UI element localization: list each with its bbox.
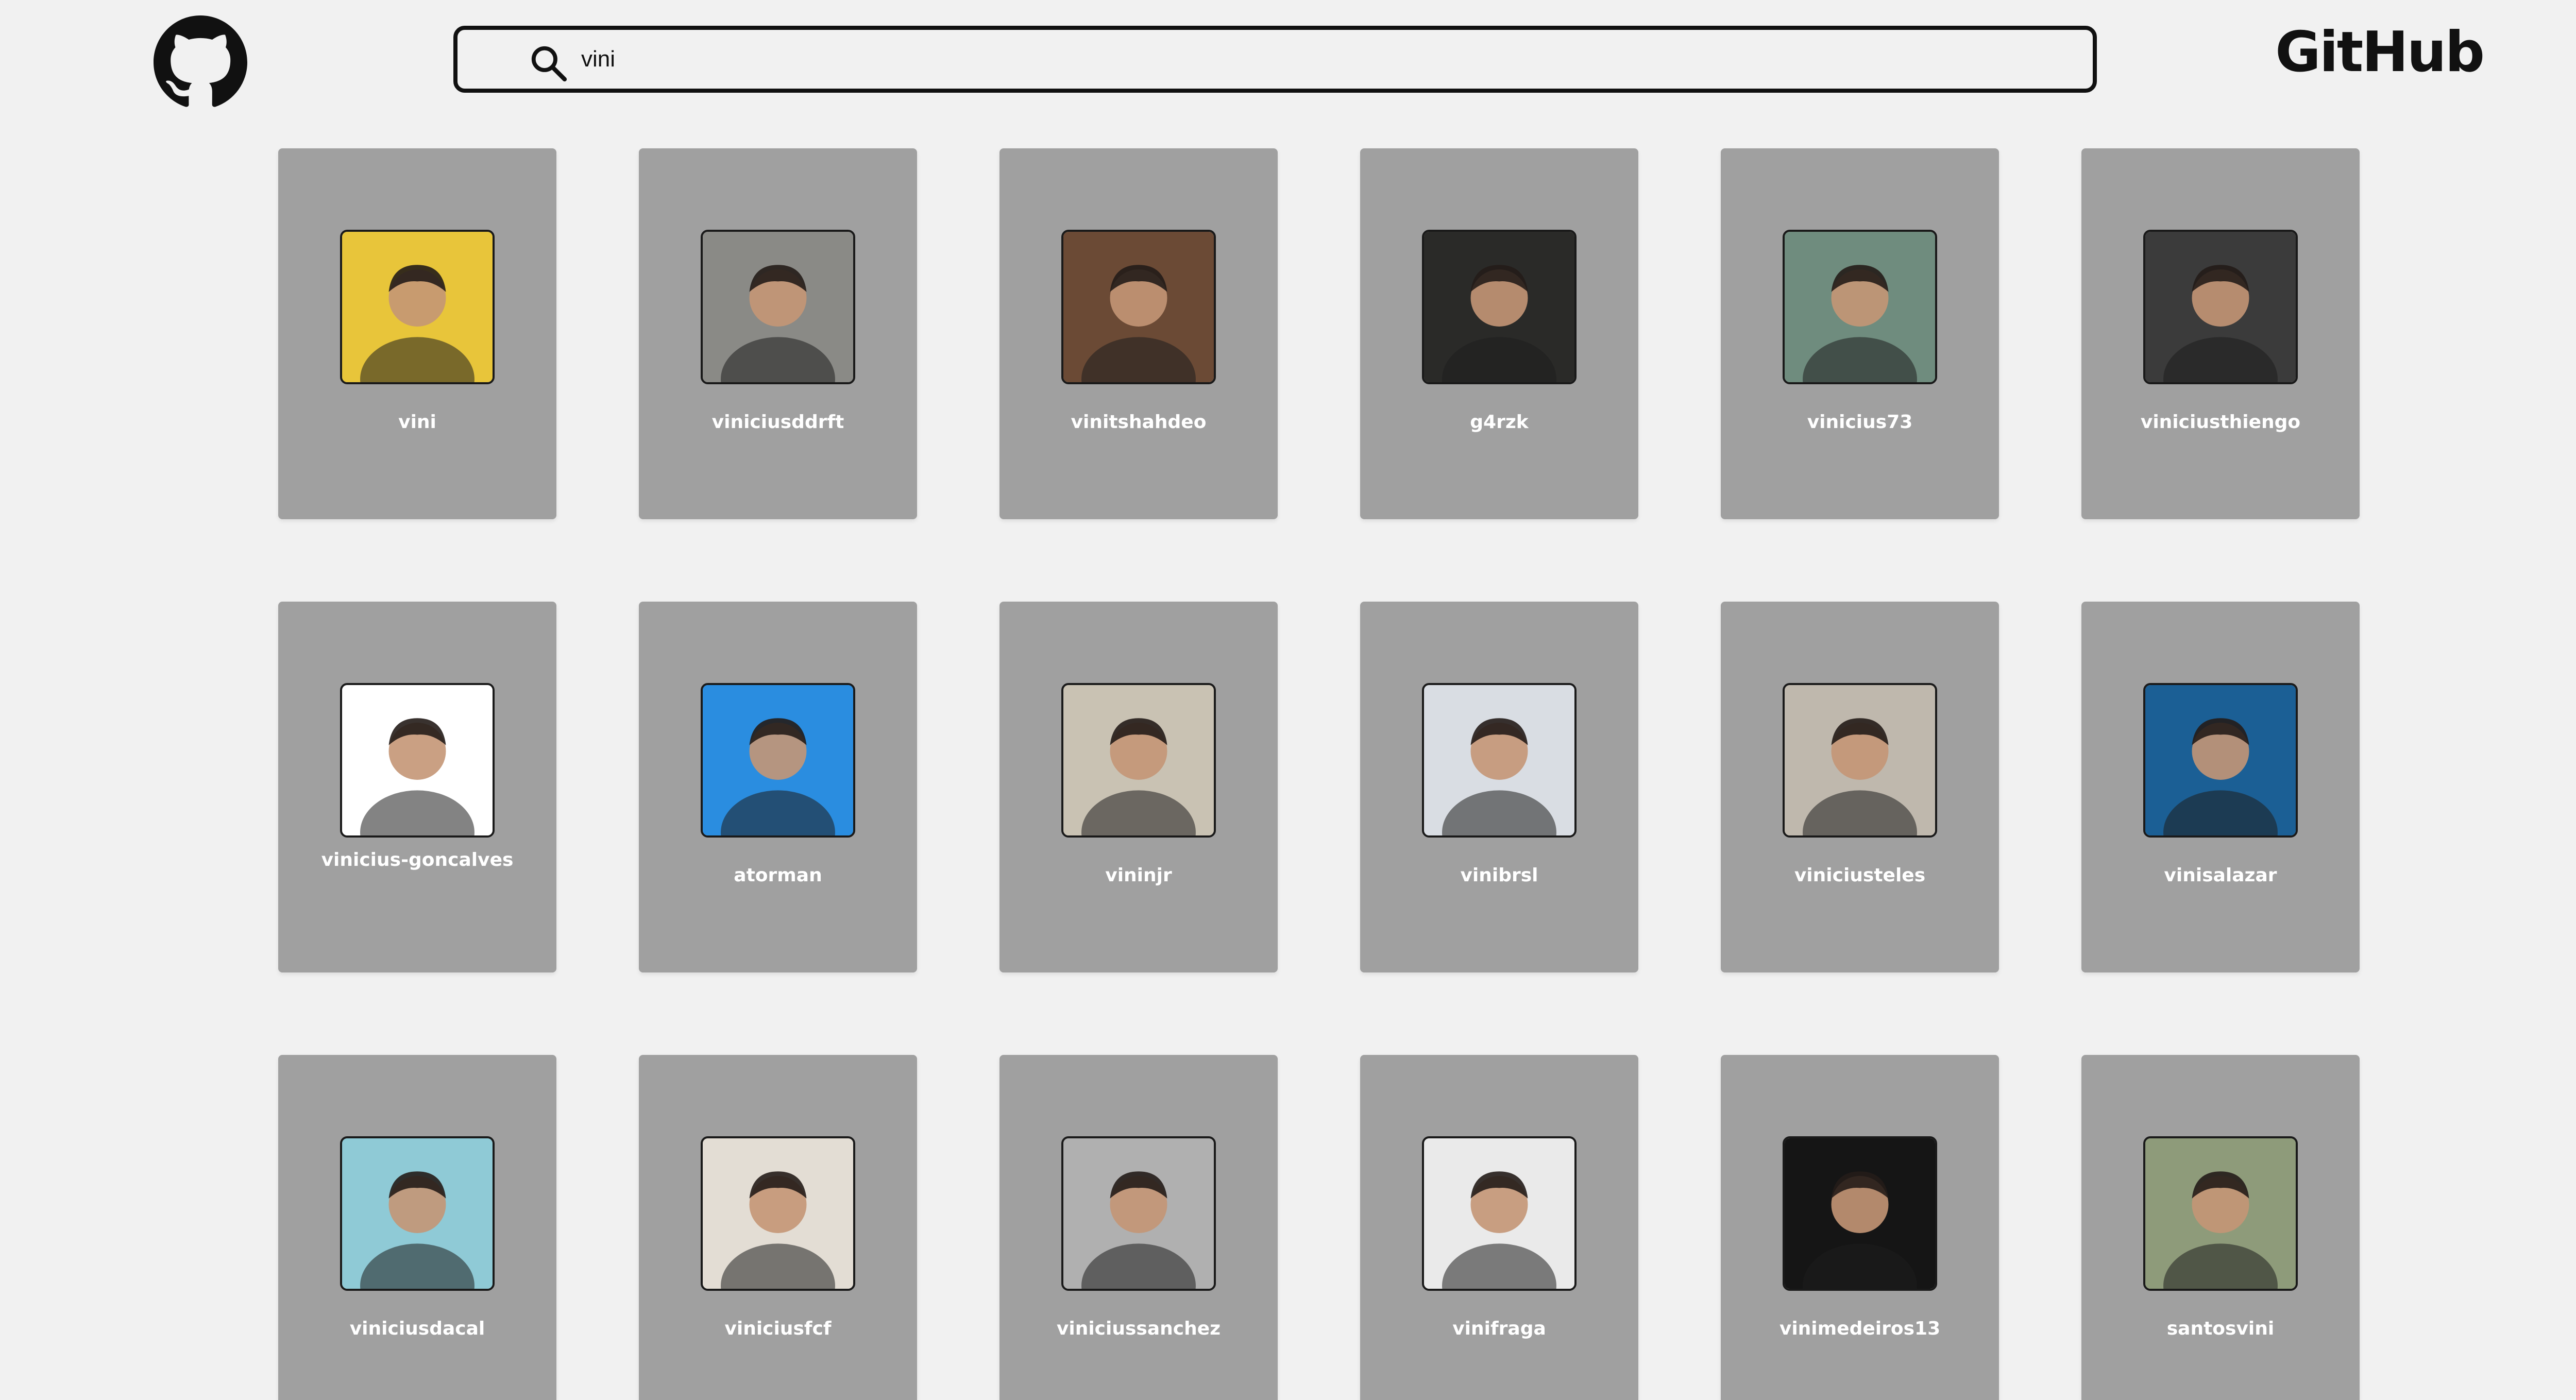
user-card[interactable]: vinifraga [1360,1055,1638,1400]
user-avatar[interactable] [1422,230,1577,384]
user-card[interactable]: vinimedeiros13 [1721,1055,1999,1400]
user-login[interactable]: vininjr [1010,864,1267,887]
user-login[interactable]: viniciussanchez [1010,1318,1267,1340]
search-icon [529,43,569,83]
user-login[interactable]: vinicius-goncalves [289,849,546,872]
user-card[interactable]: vinisalazar [2081,602,2360,972]
search-input[interactable] [581,40,2065,78]
search-bar[interactable] [453,26,2097,93]
user-login[interactable]: santosvini [2092,1318,2349,1340]
user-login[interactable]: vinisalazar [2092,864,2349,887]
user-card[interactable]: viniciusteles [1721,602,1999,972]
user-login[interactable]: vinifraga [1370,1318,1628,1340]
user-card[interactable]: vininjr [999,602,1278,972]
user-avatar[interactable] [340,230,495,384]
user-login[interactable]: vinimedeiros13 [1731,1318,1989,1340]
user-card[interactable]: vinicius-goncalves [278,602,556,972]
user-login[interactable]: viniciusfcf [649,1318,907,1340]
user-login[interactable]: atorman [649,864,907,887]
user-results-grid: vini viniciusddrft vinitshahdeo g4rzk vinici… [278,148,2365,1400]
user-card[interactable]: viniciussanchez [999,1055,1278,1400]
user-avatar[interactable] [701,683,855,838]
user-login[interactable]: vinitshahdeo [1010,411,1267,434]
user-login[interactable]: viniciusthiengo [2092,411,2349,434]
user-avatar[interactable] [701,230,855,384]
user-card[interactable]: santosvini [2081,1055,2360,1400]
user-login[interactable]: viniciusddrft [649,411,907,434]
user-login[interactable]: viniciusteles [1731,864,1989,887]
user-login[interactable]: vinibrsl [1370,864,1628,887]
user-avatar[interactable] [340,1136,495,1291]
user-avatar[interactable] [340,683,495,838]
user-card[interactable]: vinicius73 [1721,148,1999,519]
user-card[interactable]: vini [278,148,556,519]
user-login[interactable]: g4rzk [1370,411,1628,434]
user-card[interactable]: atorman [639,602,917,972]
github-user-search-page: GitHub vini viniciusddrft vinitshahdeo g4rz… [0,0,2576,1400]
user-card[interactable]: viniciusthiengo [2081,148,2360,519]
user-avatar[interactable] [1061,230,1216,384]
user-avatar[interactable] [1061,1136,1216,1291]
user-login[interactable]: vinicius73 [1731,411,1989,434]
github-wordmark: GitHub [2275,20,2485,84]
user-card[interactable]: viniciusdacal [278,1055,556,1400]
user-avatar[interactable] [1783,683,1937,838]
user-avatar[interactable] [2143,1136,2298,1291]
user-avatar[interactable] [2143,683,2298,838]
user-avatar[interactable] [1422,1136,1577,1291]
user-login[interactable]: vini [289,411,546,434]
user-avatar[interactable] [701,1136,855,1291]
user-avatar[interactable] [1783,230,1937,384]
user-login[interactable]: viniciusdacal [289,1318,546,1340]
user-avatar[interactable] [1783,1136,1937,1291]
user-card[interactable]: vinitshahdeo [999,148,1278,519]
user-card[interactable]: viniciusfcf [639,1055,917,1400]
user-card[interactable]: vinibrsl [1360,602,1638,972]
user-avatar[interactable] [1061,683,1216,838]
user-card[interactable]: viniciusddrft [639,148,917,519]
user-avatar[interactable] [2143,230,2298,384]
user-card[interactable]: g4rzk [1360,148,1638,519]
user-avatar[interactable] [1422,683,1577,838]
github-octocat-icon[interactable] [154,15,247,109]
